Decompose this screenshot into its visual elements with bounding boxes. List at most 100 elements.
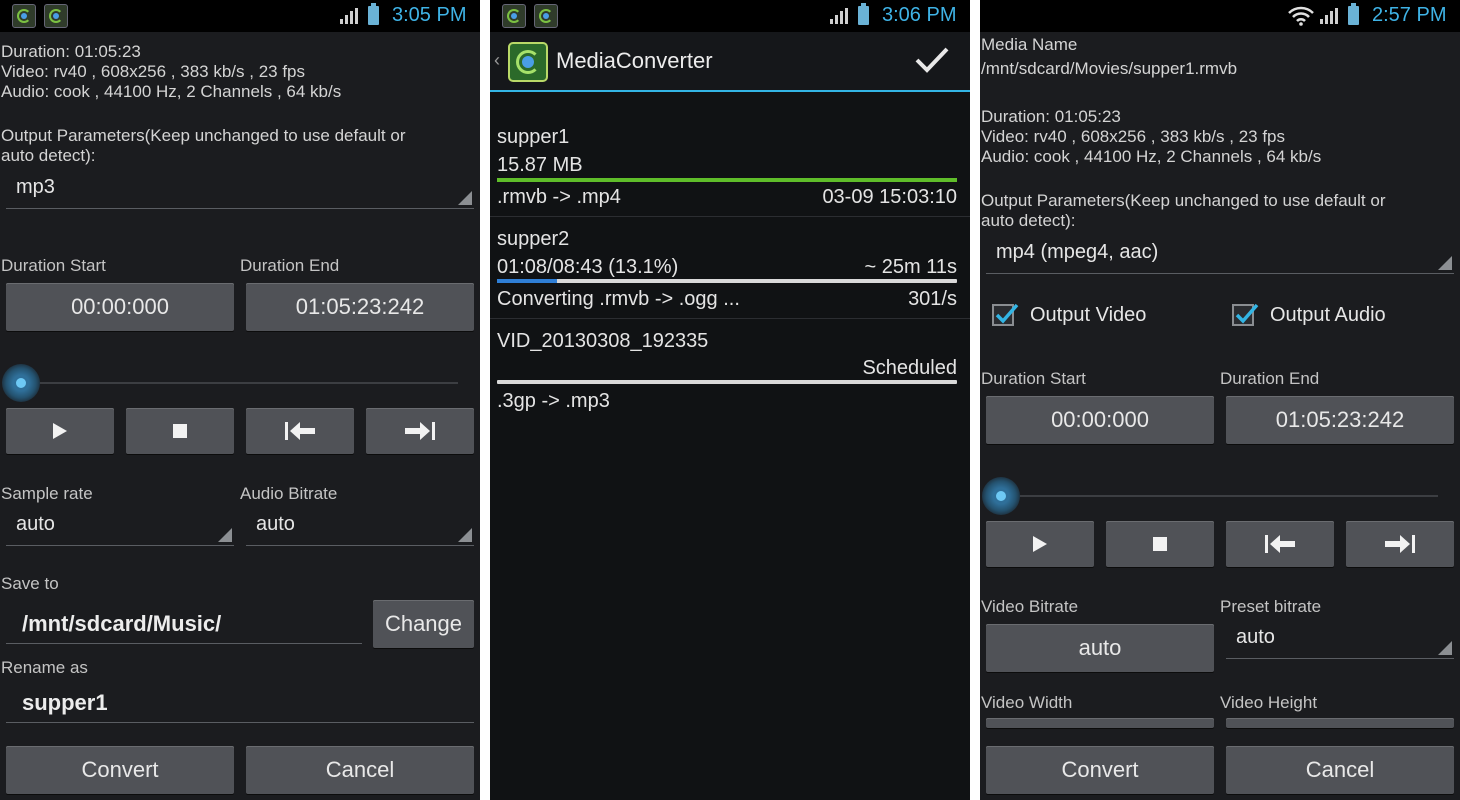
duration-start-label: Duration Start bbox=[1, 256, 106, 275]
rename-field[interactable]: supper1 bbox=[6, 682, 474, 723]
play-icon bbox=[1033, 536, 1047, 552]
output-audio-checkbox[interactable] bbox=[1232, 303, 1259, 326]
clock: 3:05 PM bbox=[392, 4, 467, 26]
jump-end-icon bbox=[405, 422, 435, 440]
progress-bar bbox=[497, 279, 957, 283]
queue-item[interactable]: supper2 01:08/08:43 (13.1%) ~ 25m 11s Co… bbox=[490, 216, 970, 319]
sample-rate-label: Sample rate bbox=[1, 484, 93, 503]
cancel-button[interactable]: Cancel bbox=[1226, 746, 1454, 794]
item-size: 15.87 MB bbox=[497, 154, 583, 176]
battery-icon bbox=[368, 3, 379, 25]
item-status: Scheduled bbox=[862, 357, 957, 379]
change-button[interactable]: Change bbox=[373, 600, 474, 648]
seek-track[interactable] bbox=[1000, 495, 1438, 497]
sample-rate-spinner[interactable]: auto bbox=[6, 507, 234, 546]
action-bar: ‹ MediaConverter bbox=[490, 32, 970, 92]
play-button[interactable] bbox=[6, 408, 114, 454]
wifi-icon bbox=[1288, 6, 1314, 26]
cancel-button[interactable]: Cancel bbox=[246, 746, 474, 794]
video-bitrate-label: Video Bitrate bbox=[981, 597, 1079, 616]
format-spinner[interactable]: mp4 (mpeg4, aac) bbox=[986, 235, 1454, 274]
battery-icon bbox=[858, 3, 869, 25]
output-params-label-2: auto detect): bbox=[1, 146, 96, 165]
clock: 3:06 PM bbox=[882, 4, 957, 26]
app-icon bbox=[502, 4, 526, 28]
app-icon bbox=[44, 4, 68, 28]
format-value: mp4 (mpeg4, aac) bbox=[996, 241, 1159, 263]
battery-icon bbox=[1348, 3, 1359, 25]
media-audio-info: Audio: cook , 44100 Hz, 2 Channels , 64 … bbox=[1, 82, 342, 101]
jump-end-button[interactable] bbox=[1346, 521, 1454, 567]
sample-rate-value: auto bbox=[16, 513, 55, 535]
queue-item[interactable]: supper1 15.87 MB .rmvb -> .mp4 03-09 15:… bbox=[490, 112, 970, 217]
seek-knob[interactable] bbox=[2, 364, 40, 402]
app-icon bbox=[534, 4, 558, 28]
duration-end-label: Duration End bbox=[1220, 369, 1320, 388]
clock: 2:57 PM bbox=[1372, 4, 1447, 26]
screen-convert-video: 2:57 PM Media Name /mnt/sdcard/Movies/su… bbox=[980, 0, 1460, 800]
format-value: mp3 bbox=[16, 176, 55, 198]
check-icon bbox=[995, 303, 1019, 324]
item-conversion: .rmvb -> .mp4 bbox=[497, 186, 621, 208]
duration-end-label: Duration End bbox=[240, 256, 340, 275]
check-icon bbox=[1235, 303, 1259, 324]
output-video-checkbox[interactable] bbox=[992, 303, 1019, 326]
output-params-label-2: auto detect): bbox=[981, 211, 1076, 230]
convert-button[interactable]: Convert bbox=[986, 746, 1214, 794]
signal-icon bbox=[830, 8, 850, 24]
jump-start-button[interactable] bbox=[1226, 521, 1334, 567]
item-conversion: .3gp -> .mp3 bbox=[497, 390, 610, 412]
signal-icon bbox=[340, 8, 360, 24]
status-bar: 3:05 PM bbox=[0, 0, 480, 32]
media-audio-info: Audio: cook , 44100 Hz, 2 Channels , 64 … bbox=[981, 147, 1322, 166]
screen-convert-audio: 3:05 PM Duration: 01:05:23 Video: rv40 ,… bbox=[0, 0, 480, 800]
seek-knob[interactable] bbox=[982, 477, 1020, 515]
item-name: supper2 bbox=[497, 228, 570, 250]
output-audio-label: Output Audio bbox=[1270, 304, 1386, 326]
stop-button[interactable] bbox=[126, 408, 234, 454]
jump-end-button[interactable] bbox=[366, 408, 474, 454]
app-title: MediaConverter bbox=[556, 48, 713, 73]
preset-bitrate-spinner[interactable]: auto bbox=[1226, 620, 1454, 659]
audio-bitrate-label: Audio Bitrate bbox=[240, 484, 338, 503]
media-video-info: Video: rv40 , 608x256 , 383 kb/s , 23 fp… bbox=[1, 62, 305, 81]
jump-start-icon bbox=[1265, 535, 1295, 553]
stop-icon bbox=[1153, 537, 1167, 551]
duration-end-button[interactable]: 01:05:23:242 bbox=[246, 283, 474, 331]
preset-bitrate-label: Preset bitrate bbox=[1220, 597, 1322, 616]
item-name: VID_20130308_192335 bbox=[497, 330, 709, 352]
audio-bitrate-spinner[interactable]: auto bbox=[246, 507, 474, 546]
media-duration: Duration: 01:05:23 bbox=[981, 107, 1121, 126]
app-logo-icon[interactable] bbox=[508, 42, 548, 82]
stop-button[interactable] bbox=[1106, 521, 1214, 567]
queue-item[interactable]: VID_20130308_192335 Scheduled .3gp -> .m… bbox=[490, 318, 970, 420]
format-spinner[interactable]: mp3 bbox=[6, 170, 474, 209]
item-remaining-time: ~ 25m 11s bbox=[864, 256, 957, 278]
item-conversion: Converting .rmvb -> .ogg ... bbox=[497, 288, 740, 310]
play-button[interactable] bbox=[986, 521, 1094, 567]
output-params-label: Output Parameters(Keep unchanged to use … bbox=[1, 126, 406, 145]
jump-start-button[interactable] bbox=[246, 408, 354, 454]
duration-start-button[interactable]: 00:00:000 bbox=[986, 396, 1214, 444]
save-to-value: /mnt/sdcard/Music/ bbox=[22, 611, 222, 636]
video-bitrate-button[interactable]: auto bbox=[986, 624, 1214, 672]
check-icon[interactable] bbox=[914, 46, 950, 74]
video-height-button[interactable] bbox=[1226, 718, 1454, 728]
media-name-label: Media Name bbox=[981, 35, 1078, 54]
stop-icon bbox=[173, 424, 187, 438]
back-chevron-icon[interactable]: ‹ bbox=[494, 50, 500, 71]
duration-end-button[interactable]: 01:05:23:242 bbox=[1226, 396, 1454, 444]
duration-start-button[interactable]: 00:00:000 bbox=[6, 283, 234, 331]
status-bar: 3:06 PM bbox=[490, 0, 970, 32]
duration-start-label: Duration Start bbox=[981, 369, 1086, 388]
video-width-button[interactable] bbox=[986, 718, 1214, 728]
jump-start-icon bbox=[285, 422, 315, 440]
save-to-field[interactable]: /mnt/sdcard/Music/ bbox=[6, 603, 362, 644]
audio-bitrate-value: auto bbox=[256, 513, 295, 535]
convert-button[interactable]: Convert bbox=[6, 746, 234, 794]
signal-icon bbox=[1320, 8, 1340, 24]
preset-bitrate-value: auto bbox=[1236, 626, 1275, 648]
app-icon bbox=[12, 4, 36, 28]
seek-track[interactable] bbox=[20, 382, 458, 384]
item-speed: 301/s bbox=[908, 288, 957, 310]
